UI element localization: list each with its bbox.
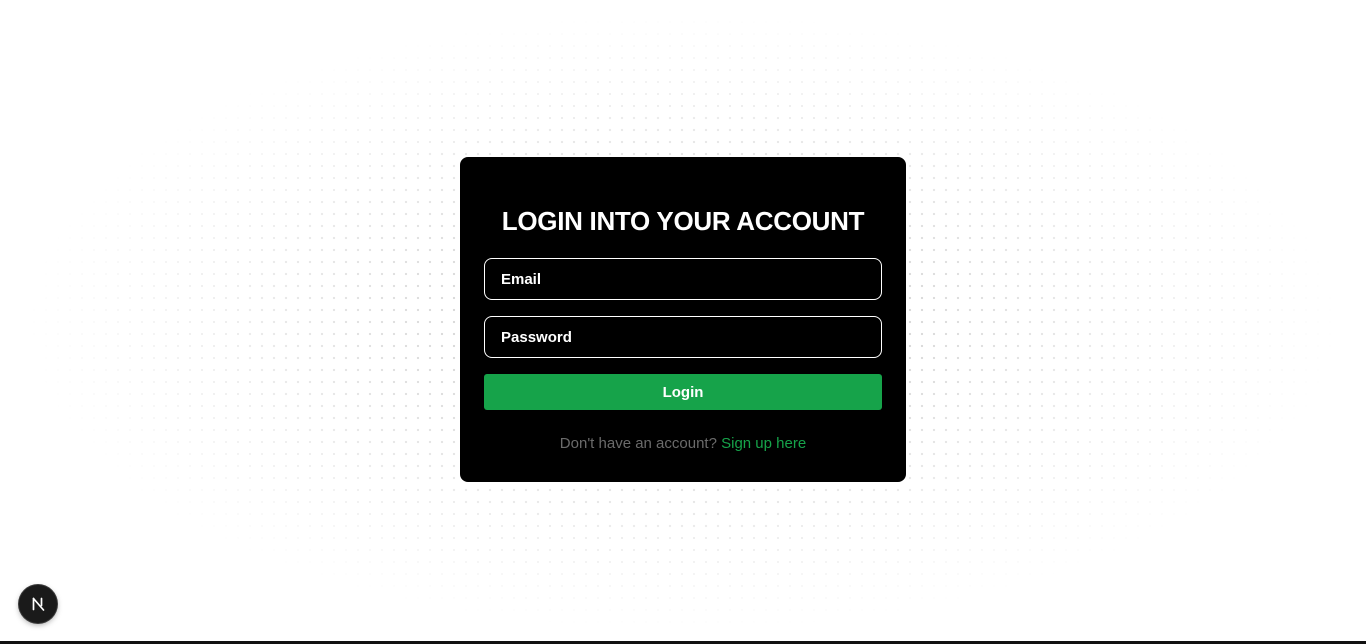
email-input[interactable] <box>484 258 882 300</box>
nextjs-logo-icon <box>32 597 45 611</box>
page: LOGIN INTO YOUR ACCOUNT Login Don't have… <box>0 0 1366 644</box>
password-input[interactable] <box>484 316 882 358</box>
nextjs-dev-badge[interactable] <box>19 585 57 623</box>
login-title: LOGIN INTO YOUR ACCOUNT <box>501 206 865 236</box>
signup-prompt: Don't have an account? Sign up here <box>0 435 1366 453</box>
signup-link[interactable]: Sign up here <box>721 435 806 452</box>
login-button[interactable]: Login <box>484 374 882 410</box>
signup-prompt-text: Don't have an account? <box>559 435 722 452</box>
